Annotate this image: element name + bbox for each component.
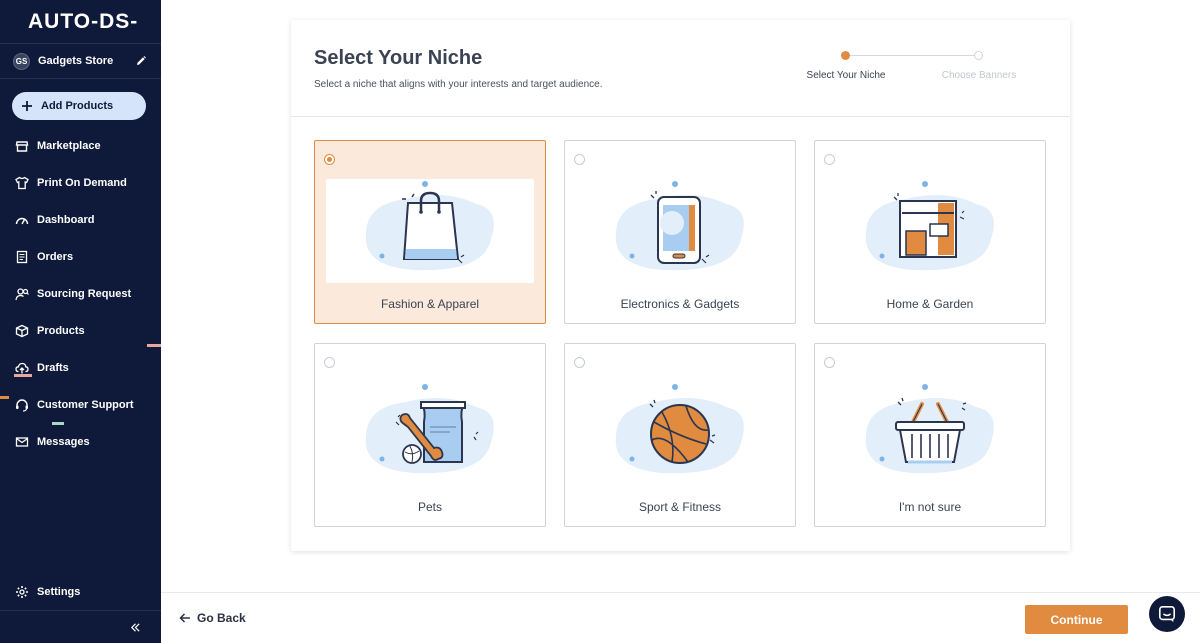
niche-radio[interactable] [324,154,335,165]
niche-radio[interactable] [574,357,585,368]
smartphone-icon [576,179,784,283]
user-search-icon [15,288,29,301]
go-back-label: Go Back [197,611,246,625]
sidebar-item-label: Orders [37,251,74,263]
sidebar-item-orders[interactable]: Orders [0,242,161,272]
receipt-icon [16,250,28,264]
step-label-choose-banners: Choose Banners [941,70,1017,81]
sidebar-item-label: Drafts [37,362,69,374]
basketball-icon [576,382,784,486]
niche-radio[interactable] [324,357,335,368]
sidebar-item-settings[interactable]: Settings [0,577,161,607]
store-name: Gadgets Store [38,55,114,67]
sidebar-item-marketplace[interactable]: Marketplace [0,131,161,161]
shopping-bag-icon [326,179,534,283]
pencil-icon[interactable] [135,55,147,67]
continue-button[interactable]: Continue [1025,605,1128,634]
store-avatar: GS [13,52,30,70]
stepper-line [846,55,979,56]
sidebar-item-label: Settings [37,586,81,598]
niche-option-home-garden[interactable]: Home & Garden [814,140,1046,324]
sidebar: AUTO-DS- GS Gadgets Store Add Products M… [0,0,161,643]
bottom-action-bar: Go Back Continue [161,592,1200,643]
sidebar-item-label: Sourcing Request [37,288,132,300]
sidebar-item-messages[interactable]: Messages [0,427,161,457]
niche-option-not-sure[interactable]: I'm not sure [814,343,1046,527]
chat-launcher-button[interactable] [1149,596,1185,632]
niche-option-fashion[interactable]: Fashion & Apparel [314,140,546,324]
niche-option-pets[interactable]: Pets [314,343,546,527]
niche-radio[interactable] [574,154,585,165]
add-products-label: Add Products [41,100,114,112]
gauge-icon [15,217,29,225]
add-products-button[interactable]: Add Products [12,92,146,120]
cabinet-icon [826,179,1034,283]
step-dot-inactive [974,51,983,60]
decorative-stripe [0,396,9,399]
sidebar-item-drafts[interactable]: Drafts [0,353,161,383]
niche-label: Sport & Fitness [638,500,722,514]
chat-icon [1158,605,1176,623]
sidebar-item-products[interactable]: Products [0,316,161,346]
basket-icon [826,382,1034,486]
niche-label: Pets [417,500,442,514]
step-label-select-niche: Select Your Niche [806,70,886,81]
sidebar-item-customer-support[interactable]: Customer Support [0,390,161,420]
sidebar-footer [0,610,161,643]
decorative-stripe [52,422,64,425]
sidebar-item-label: Customer Support [37,399,134,411]
decorative-stripe [147,344,161,347]
sidebar-item-label: Print On Demand [37,177,127,189]
sidebar-item-label: Dashboard [37,214,95,226]
arrow-left-icon [179,613,190,623]
pet-food-icon [326,382,534,486]
mail-icon [15,437,29,447]
niche-selection-card: Select Your Niche Select a niche that al… [291,20,1070,551]
go-back-button[interactable]: Go Back [179,611,246,625]
store-selector[interactable]: GS Gadgets Store [0,44,161,79]
sidebar-item-print-on-demand[interactable]: Print On Demand [0,168,161,198]
page-subtitle: Select a niche that aligns with your int… [314,79,603,90]
plus-icon [22,101,32,111]
store-icon [15,141,29,152]
decorative-stripe [14,374,32,377]
niche-radio[interactable] [824,357,835,368]
niche-label: Electronics & Gadgets [620,297,740,311]
page-title: Select Your Niche [314,47,483,69]
niche-option-sport-fitness[interactable]: Sport & Fitness [564,343,796,527]
autods-logo[interactable]: AUTO-DS- [0,0,161,44]
box-icon [15,324,29,338]
headset-icon [16,399,28,412]
card-header: Select Your Niche Select a niche that al… [291,20,1070,117]
sidebar-item-sourcing-request[interactable]: Sourcing Request [0,279,161,309]
step-dot-active [841,51,850,60]
niche-option-electronics[interactable]: Electronics & Gadgets [564,140,796,324]
sidebar-item-label: Messages [37,436,90,448]
sidebar-item-label: Products [37,325,85,337]
collapse-sidebar-icon[interactable] [130,622,141,633]
niche-label: Home & Garden [886,297,974,311]
sidebar-item-dashboard[interactable]: Dashboard [0,205,161,235]
sidebar-item-label: Marketplace [37,140,101,152]
niche-label: Fashion & Apparel [380,297,480,311]
progress-stepper: Select Your Niche Choose Banners [806,50,1036,90]
shirt-icon [15,176,29,190]
cloud-upload-icon [15,362,29,374]
niche-radio[interactable] [824,154,835,165]
niche-label: I'm not sure [898,500,962,514]
gear-icon [16,586,28,598]
